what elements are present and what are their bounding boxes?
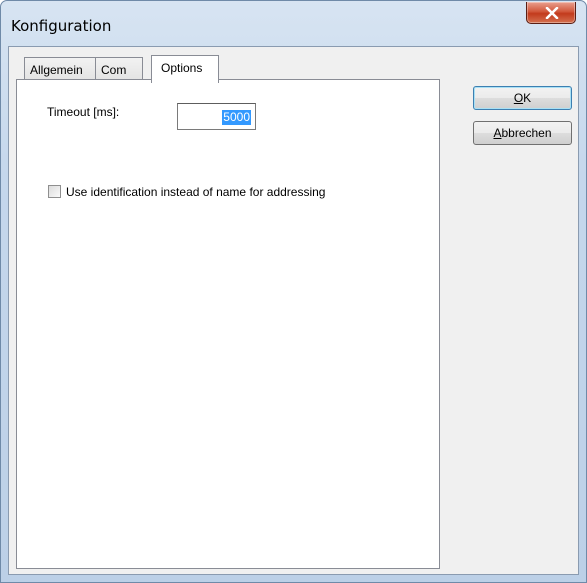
ok-mnemonic: O bbox=[513, 91, 524, 105]
tab-com-label: Com bbox=[101, 63, 127, 77]
tab-options[interactable]: Options bbox=[151, 55, 219, 83]
window-title: Konfiguration bbox=[11, 17, 112, 35]
tab-options-label: Options bbox=[161, 61, 203, 75]
close-button[interactable] bbox=[526, 2, 576, 24]
timeout-input[interactable]: 5000 bbox=[177, 103, 256, 130]
tab-allgemein-label: Allgemein bbox=[30, 63, 83, 77]
tab-allgemein[interactable]: Allgemein bbox=[24, 57, 96, 81]
ok-label-rest: K bbox=[523, 91, 532, 105]
use-identification-label[interactable]: Use identification instead of name for a… bbox=[66, 185, 325, 199]
cancel-label-rest: bbrechen bbox=[501, 126, 552, 140]
timeout-label: Timeout [ms]: bbox=[47, 105, 120, 119]
use-identification-checkbox[interactable] bbox=[48, 185, 61, 198]
tab-com[interactable]: Com bbox=[95, 57, 143, 81]
cancel-button[interactable]: Abbrechen bbox=[473, 121, 572, 145]
ok-button[interactable]: OK bbox=[473, 86, 572, 110]
timeout-value: 5000 bbox=[222, 110, 251, 125]
options-tab-panel bbox=[16, 79, 440, 569]
close-x-icon bbox=[545, 7, 559, 19]
